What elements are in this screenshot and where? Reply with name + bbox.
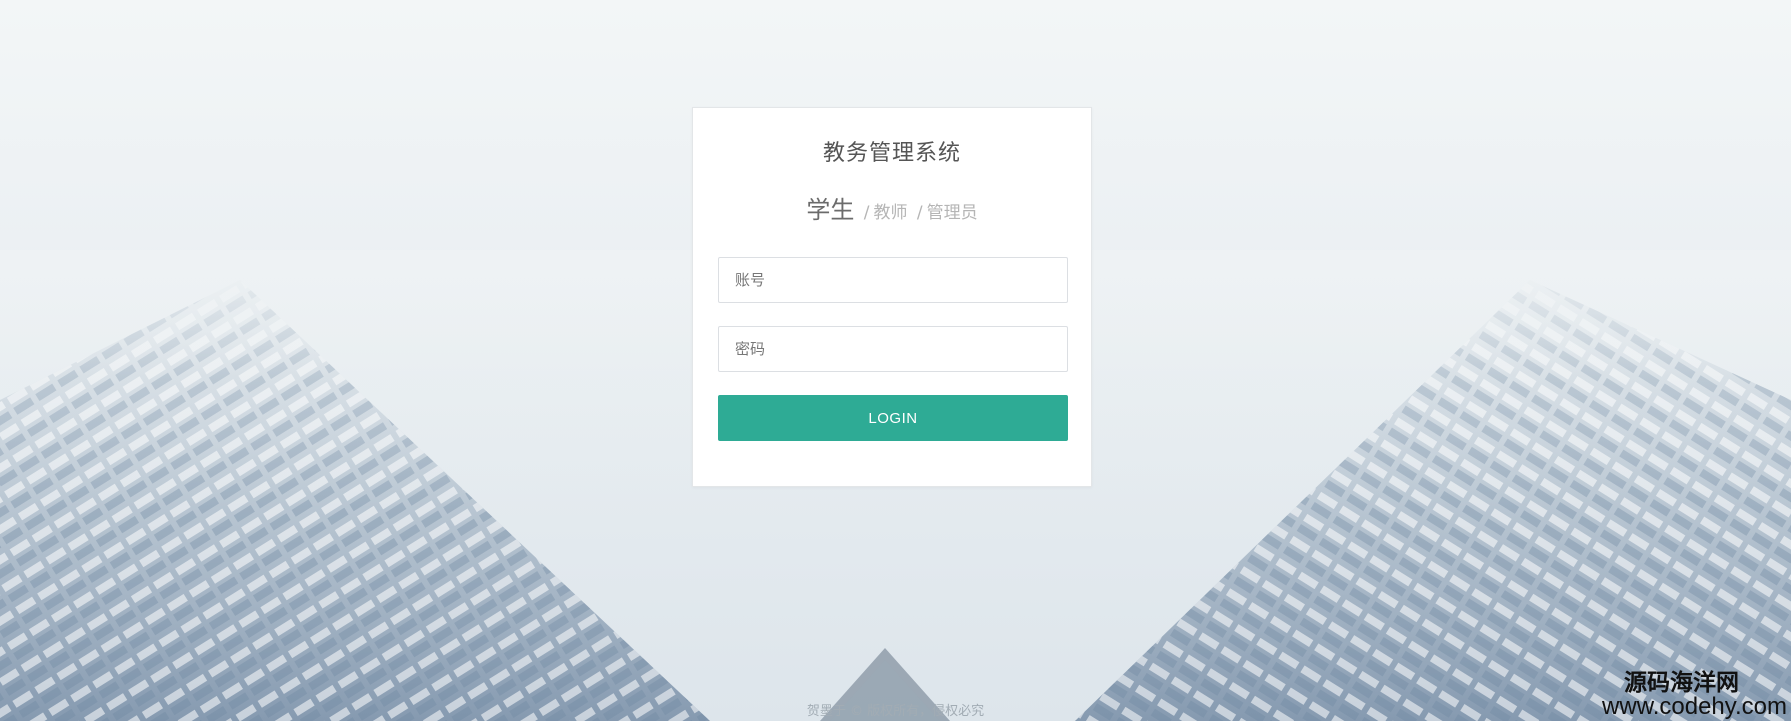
role-separator: /	[916, 203, 923, 223]
watermark-url: www.codehy.com	[1602, 692, 1787, 720]
system-title: 教务管理系统	[822, 141, 961, 166]
watermark-name: 源码海洋网	[1624, 668, 1739, 695]
copyright-footer: 贺墨于 © 版权所有，侵权必究	[806, 704, 985, 719]
login-panel: 教务管理系统 学生 /教师 /管理员 LOGIN	[692, 107, 1092, 487]
role-separator: /	[863, 203, 870, 223]
password-input[interactable]	[718, 326, 1068, 372]
role-selector: 学生 / 教师 / 管理员	[693, 190, 1091, 225]
role-admin-tab[interactable]: 管理员	[927, 203, 978, 223]
login-button[interactable]: LOGIN	[718, 395, 1068, 441]
role-student-tab[interactable]: 学生	[806, 196, 854, 224]
account-input[interactable]	[718, 257, 1068, 303]
role-teacher-tab[interactable]: 教师	[874, 203, 908, 223]
watermark: 源码海洋网 www.codehy.com	[1602, 670, 1787, 719]
